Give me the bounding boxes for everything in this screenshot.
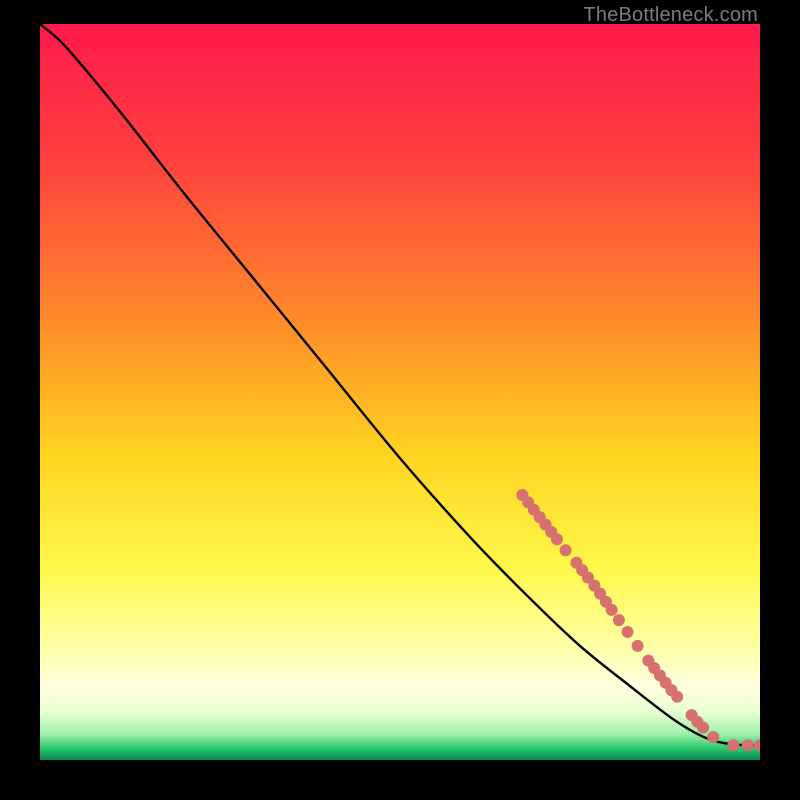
data-marker [622,626,634,638]
main-curve [40,24,760,745]
data-marker [727,739,739,751]
data-marker [707,731,719,743]
data-marker [606,604,618,616]
data-marker [671,691,683,703]
data-marker [697,722,709,734]
data-marker [754,739,760,751]
data-marker [613,614,625,626]
data-marker [551,533,563,545]
data-marker [632,640,644,652]
data-marker [560,544,572,556]
chart-frame: TheBottleneck.com [0,0,800,800]
data-marker [742,739,754,751]
plot-area [40,24,760,760]
chart-svg [40,24,760,760]
